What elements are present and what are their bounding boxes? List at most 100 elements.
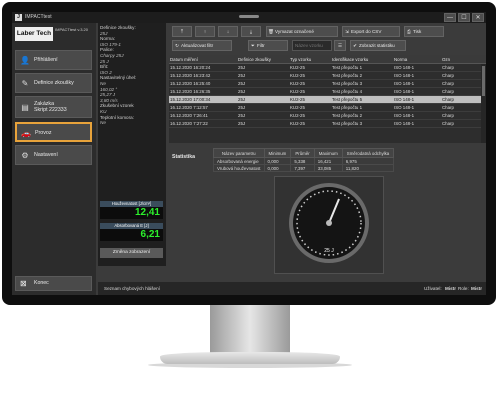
export-icon: ⇲	[345, 29, 349, 34]
stats-cell: Vrubová houževnatost	[213, 164, 265, 172]
cell-ozn: Charp	[441, 119, 486, 128]
cell-norm: ISO 148-1	[393, 71, 441, 80]
stats-cell: 16,421	[313, 157, 343, 165]
cell-id: Test přepočtu 1	[331, 63, 393, 72]
col-header[interactable]: Datum měření	[169, 55, 237, 64]
print-button[interactable]: ⎙ Tisk	[404, 26, 444, 37]
menu-icon: ☰	[337, 43, 343, 48]
stats-cell: 5,338	[290, 157, 315, 165]
cell-def: 25J	[237, 95, 289, 104]
stats-cell: 0,000	[263, 157, 292, 165]
cell-ozn: Charp	[441, 79, 486, 88]
cell-id: Test přepočtu 2	[331, 71, 393, 80]
refresh-icon: ↻	[175, 43, 179, 48]
maximize-button[interactable]: ☐	[458, 13, 470, 22]
measurements-table: Datum měření Definice zkoušky Typ vzorku…	[169, 55, 486, 143]
cell-type: KU2-25	[289, 87, 331, 96]
sidebar-item-label: Zakázka Skript 222333	[34, 101, 67, 119]
cell-ozn: Charp	[441, 95, 486, 104]
test-details-panel: Definice zkoušky: 25J Norma: ISO 179-1 P…	[98, 23, 166, 266]
sidebar-item-prihlaseni[interactable]: 👤 Přihlášení	[15, 50, 92, 70]
user-icon: 👤	[20, 56, 30, 65]
cell-date: 16.12.2020 7:12:57	[169, 103, 237, 112]
stats-row: Vrubová houževnatost 0,000 7,397 33,085 …	[213, 164, 395, 172]
check-circle-icon: ✔	[353, 43, 357, 48]
table-row[interactable]: 16.12.2020 7:26:41 25J KU2-25 Test přepočtu…	[169, 111, 486, 120]
cell-type: KU2-25	[289, 95, 331, 104]
cell-id: Test přepočtu 4	[331, 87, 393, 96]
stats-col-header: Průměr	[290, 148, 315, 158]
filter-options-button[interactable]: ☰	[334, 40, 346, 51]
col-header[interactable]: Typ vzorku	[289, 55, 331, 64]
cell-id: Test přepočtu 3	[331, 119, 393, 128]
cell-type: KU2-25	[289, 103, 331, 112]
cell-date: 15.12.2020 16:23:42	[169, 71, 237, 80]
stats-row: Absorbovaná energie 0,000 5,338 16,421 6…	[213, 157, 395, 165]
table-row[interactable]: 16.12.2020 7:27:22 25J KU2-25 Test přepočtu…	[169, 119, 486, 128]
title-grip	[239, 15, 259, 18]
cell-ozn: Charp	[441, 103, 486, 112]
table-scrollbar[interactable]	[481, 64, 486, 143]
sidebar-item-label: Nastavení	[34, 152, 58, 158]
gear-icon: ⚙	[21, 151, 29, 160]
gauge-label: 25 J	[324, 248, 334, 254]
scrollbar-thumb[interactable]	[482, 66, 485, 96]
error-list-link[interactable]: Seznam chybových hlášení	[104, 282, 160, 295]
close-button[interactable]: ✕	[472, 13, 484, 22]
monitor-bezel: J IMPACTtest — ☐ ✕ Laber Tech IMPACTtest…	[2, 2, 496, 305]
temp-value: Ne	[100, 120, 106, 126]
exit-button[interactable]: ⊠ Konec	[15, 276, 92, 291]
sidebar: Laber Tech IMPACTtest v.3.20 👤 Přihlášen…	[12, 23, 96, 295]
cell-date: 15.12.2020 17:00:34	[169, 95, 237, 104]
cell-norm: ISO 148-1	[393, 95, 441, 104]
col-header[interactable]: Definice zkoušky	[237, 55, 289, 64]
sidebar-item-label: Definice zkoušky	[34, 80, 74, 86]
table-row[interactable]: 15.12.2020 16:26:35 25J KU2-25 Test přepočt…	[169, 87, 486, 96]
cell-id: Test přepočtu 1	[331, 103, 393, 112]
sidebar-item-nastaveni[interactable]: ⚙ Nastavení	[15, 145, 92, 165]
col-header[interactable]: Identifikace vzorku	[331, 55, 393, 64]
move-bottom-button[interactable]: ⤓	[241, 26, 261, 37]
cell-norm: ISO 148-1	[393, 119, 441, 128]
statistics-label: Statistika	[172, 154, 196, 160]
move-up-button[interactable]: ↑	[195, 26, 215, 37]
table-row-selected[interactable]: 15.12.2020 17:00:34 25J KU2-25 Test přepočt…	[169, 95, 486, 104]
cell-norm: ISO 148-1	[393, 111, 441, 120]
cell-ozn: Charp	[441, 111, 486, 120]
title-bar: J IMPACTtest — ☐ ✕	[12, 12, 486, 23]
statistics-panel: Statistika Název parametru Minimum Průmě…	[169, 146, 486, 174]
refresh-filter-button[interactable]: ↻ Aktualizovat filtr	[172, 40, 232, 51]
sidebar-item-definice[interactable]: ✎ Definice zkoušky	[15, 73, 92, 93]
stats-header-row: Název parametru Minimum Průměr Maximum S…	[213, 148, 395, 158]
show-statistics-toggle[interactable]: ✔ Zobrazit statistiku	[350, 40, 406, 51]
move-down-button[interactable]: ↓	[218, 26, 238, 37]
table-row[interactable]: 16.12.2020 7:12:57 25J KU2-25 Test přepočtu…	[169, 103, 486, 112]
move-top-button[interactable]: ⤒	[172, 26, 192, 37]
cell-type: KU2-25	[289, 119, 331, 128]
cell-norm: ISO 148-1	[393, 87, 441, 96]
change-view-button[interactable]: Změna zobrazení	[100, 248, 163, 258]
table-row[interactable]: 15.12.2020 16:23:42 25J KU2-25 Test přepočt…	[169, 71, 486, 80]
user-label: Uživatel:	[424, 286, 442, 291]
stats-cell: 33,085	[313, 164, 343, 172]
role-value: Mistr	[471, 286, 482, 291]
cell-date: 16.12.2020 7:26:41	[169, 111, 237, 120]
col-header[interactable]: Norma	[393, 55, 441, 64]
cell-ozn: Charp	[441, 71, 486, 80]
filter-icon: ⏷	[251, 43, 255, 48]
cell-type: KU2-25	[289, 79, 331, 88]
stats-cell: Absorbovaná energie	[213, 157, 265, 165]
minimize-button[interactable]: —	[444, 13, 456, 22]
export-csv-button[interactable]: ⇲ Export do CSV	[342, 26, 400, 37]
table-row[interactable]: 15.12.2020 16:20:24 25J KU2-25 Test přepočt…	[169, 63, 486, 72]
energy-gauge-panel: 25 J	[274, 176, 384, 274]
filter-label: Filtr	[257, 43, 265, 48]
delete-selected-button[interactable]: 🗑Vymazat označené	[266, 26, 338, 37]
sample-name-input[interactable]	[292, 40, 332, 51]
sidebar-item-zakazka[interactable]: ▤ Zakázka Skript 222333	[15, 96, 92, 118]
cell-ozn: Charp	[441, 63, 486, 72]
sidebar-item-provoz[interactable]: 🚗 Provoz	[15, 122, 92, 142]
table-row[interactable]: 15.12.2020 16:25:40 25J KU2-25 Test přepočt…	[169, 79, 486, 88]
col-header[interactable]: Ozn	[441, 55, 486, 64]
filter-button[interactable]: ⏷ Filtr	[248, 40, 288, 51]
